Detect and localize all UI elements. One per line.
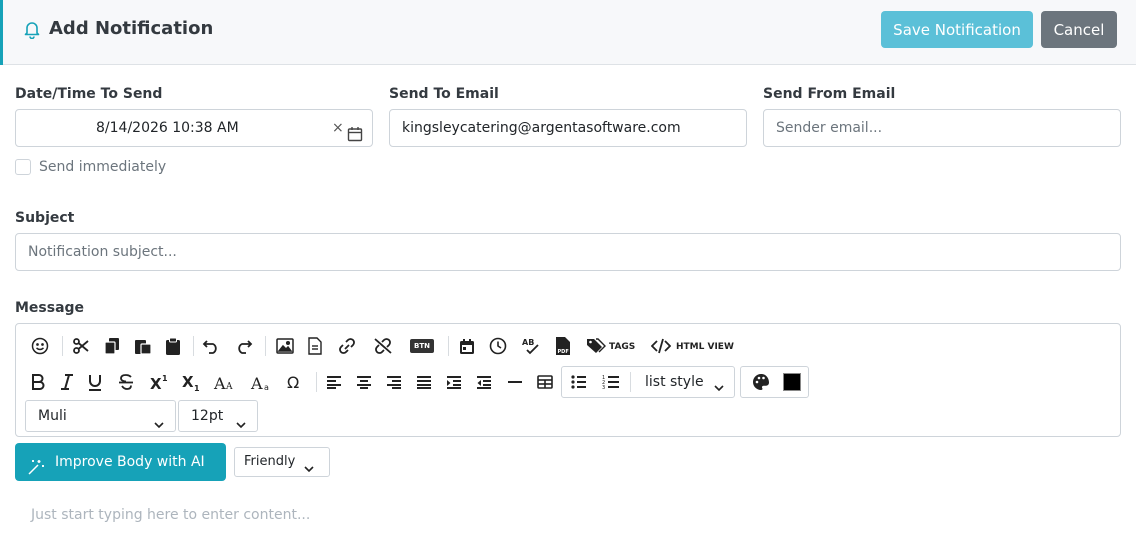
align-left-icon[interactable]: [324, 372, 344, 392]
undo-icon[interactable]: [201, 336, 221, 356]
svg-text:A: A: [225, 382, 233, 391]
text-color-swatch[interactable]: [783, 373, 801, 391]
subject-input[interactable]: [15, 233, 1121, 271]
chevron-down-icon: [235, 411, 247, 429]
chevron-down-icon: [713, 378, 725, 392]
page-header: Add Notification Save Notification Cance…: [0, 0, 1136, 65]
link-icon[interactable]: [337, 336, 357, 356]
special-character-icon[interactable]: Ω: [285, 372, 305, 392]
svg-text:3: 3: [602, 385, 605, 390]
italic-icon[interactable]: [58, 372, 76, 392]
svg-text:AB: AB: [522, 338, 534, 347]
justify-icon[interactable]: [414, 372, 434, 392]
svg-text:X: X: [182, 373, 194, 391]
tone-value: Friendly: [244, 454, 296, 469]
message-label: Message: [15, 300, 85, 316]
send-from-email-input[interactable]: [763, 109, 1121, 147]
document-icon[interactable]: [305, 336, 325, 356]
align-center-icon[interactable]: [354, 372, 374, 392]
bullet-list-icon[interactable]: [569, 372, 589, 392]
emoji-icon[interactable]: [30, 336, 50, 356]
palette-icon[interactable]: [751, 372, 771, 392]
font-family-value: Muli: [38, 408, 67, 424]
spellcheck-icon[interactable]: AB: [520, 335, 542, 357]
improve-body-ai-label: Improve Body with AI: [55, 454, 205, 470]
header-accent-bar: [0, 0, 3, 65]
underline-icon[interactable]: [86, 372, 104, 392]
image-icon[interactable]: [275, 336, 295, 356]
improve-body-ai-button[interactable]: Improve Body with AI: [15, 443, 226, 481]
list-style-select[interactable]: list style: [645, 373, 704, 391]
cancel-button[interactable]: Cancel: [1041, 11, 1117, 48]
message-editor-toolbar: BTN AB PDF TAGS HTML VIEW X1 X1 AA Aa Ω …: [15, 323, 1121, 437]
svg-text:a: a: [264, 383, 269, 391]
font-size-select[interactable]: 12pt: [178, 400, 258, 432]
chevron-down-icon: [153, 411, 165, 429]
horizontal-rule-icon[interactable]: [505, 372, 525, 392]
button-insert-icon[interactable]: BTN: [409, 339, 435, 353]
table-icon[interactable]: [535, 372, 555, 392]
datetime-label: Date/Time To Send: [15, 86, 163, 102]
calendar-icon[interactable]: [347, 120, 363, 142]
tags-label[interactable]: TAGS: [609, 340, 635, 354]
send-to-email-input[interactable]: [389, 109, 747, 147]
svg-text:A: A: [213, 374, 226, 391]
cut-icon[interactable]: [71, 336, 91, 356]
clear-format-icon[interactable]: Aa: [249, 371, 275, 393]
save-notification-button[interactable]: Save Notification: [881, 11, 1033, 48]
tone-select[interactable]: Friendly: [234, 447, 330, 477]
bell-icon: [22, 19, 42, 40]
send-immediately-checkbox[interactable]: [15, 159, 31, 175]
page-title: Add Notification: [49, 18, 214, 39]
strikethrough-icon[interactable]: [116, 372, 136, 392]
paste-text-icon[interactable]: [163, 336, 183, 356]
svg-text:Ω: Ω: [287, 374, 299, 390]
indent-icon[interactable]: [444, 372, 464, 392]
svg-text:1: 1: [194, 384, 200, 392]
font-size-decrease-icon[interactable]: AA: [212, 371, 238, 393]
unlink-icon[interactable]: [372, 336, 394, 356]
svg-text:X: X: [150, 375, 162, 391]
datetime-input[interactable]: 8/14/2026 10:38 AM ×: [15, 109, 373, 147]
paste-icon[interactable]: [133, 336, 153, 356]
send-immediately-label: Send immediately: [39, 159, 167, 175]
outdent-icon[interactable]: [474, 372, 494, 392]
align-right-icon[interactable]: [384, 372, 404, 392]
magic-wand-icon: [27, 453, 45, 475]
time-insert-icon[interactable]: [488, 336, 508, 356]
bold-icon[interactable]: [29, 372, 47, 392]
subscript-icon[interactable]: X1: [180, 371, 202, 393]
font-size-value: 12pt: [191, 408, 224, 424]
clear-date-icon[interactable]: ×: [332, 110, 344, 146]
editor-content-placeholder[interactable]: Just start typing here to enter content.…: [31, 506, 310, 524]
code-icon[interactable]: [650, 336, 672, 356]
superscript-icon[interactable]: X1: [148, 371, 170, 393]
date-insert-icon[interactable]: [457, 336, 477, 356]
svg-text:PDF: PDF: [558, 349, 569, 355]
html-view-label[interactable]: HTML VIEW: [676, 340, 734, 354]
numbered-list-icon[interactable]: 123: [601, 371, 621, 393]
svg-text:1: 1: [162, 374, 168, 383]
chevron-down-icon: [303, 457, 315, 473]
send-to-label: Send To Email: [389, 86, 499, 102]
font-family-select[interactable]: Muli: [25, 400, 176, 432]
send-from-label: Send From Email: [763, 86, 896, 102]
redo-icon[interactable]: [234, 336, 254, 356]
svg-text:A: A: [250, 374, 263, 391]
datetime-value: 8/14/2026 10:38 AM: [96, 120, 239, 136]
pdf-icon[interactable]: PDF: [553, 335, 573, 357]
tags-icon[interactable]: [586, 336, 606, 356]
copy-icon[interactable]: [102, 336, 122, 356]
subject-label: Subject: [15, 210, 75, 226]
